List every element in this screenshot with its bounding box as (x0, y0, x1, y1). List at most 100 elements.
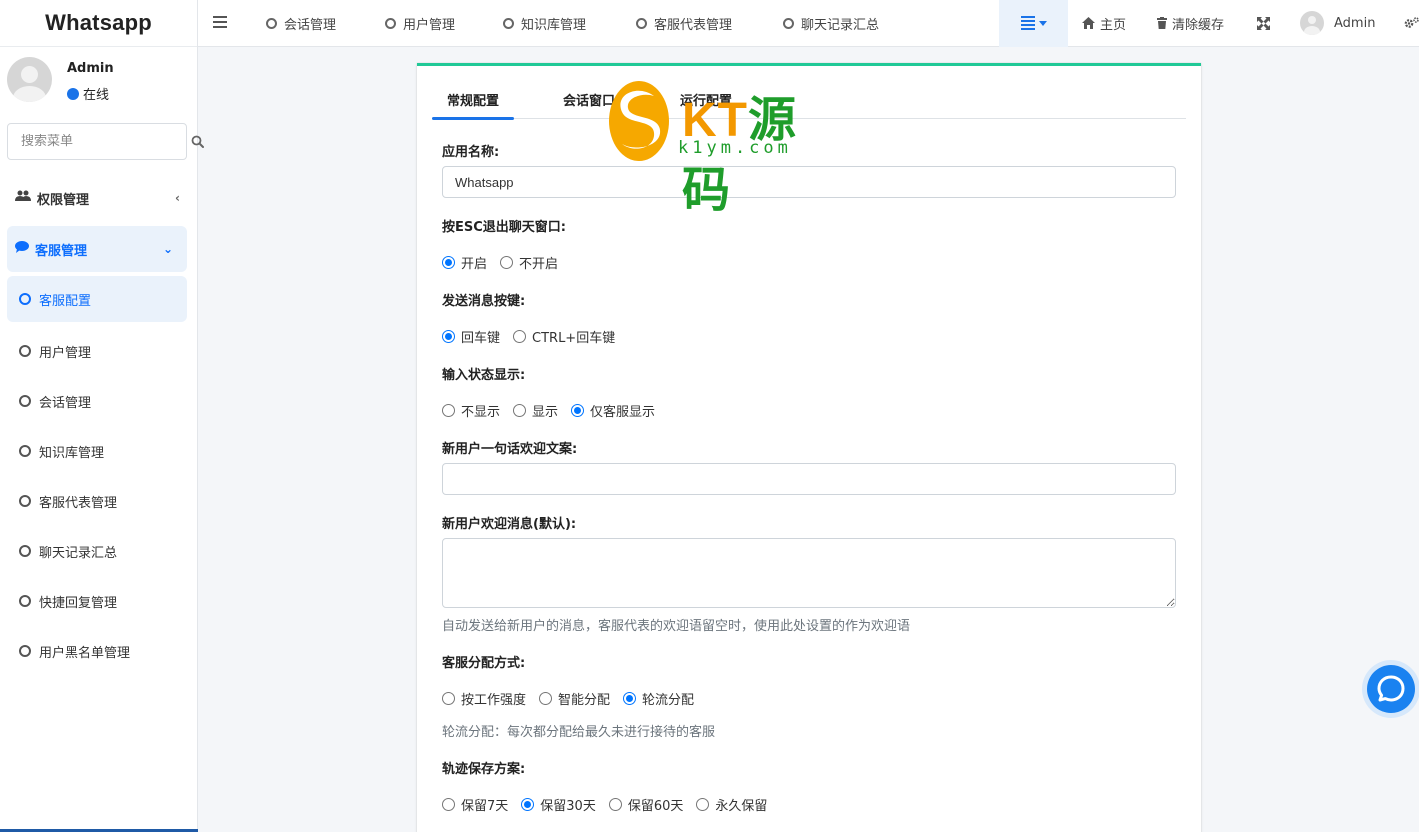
welcome-msg-textarea[interactable] (442, 538, 1176, 608)
radio-label: 不开启 (519, 257, 559, 272)
welcome-line-input[interactable] (442, 463, 1176, 495)
sidebar-item-label: 客服代表管理 (39, 495, 118, 511)
radio-label: 保留60天 (627, 799, 684, 814)
radio-esc-off[interactable]: 不开启 (500, 253, 558, 272)
sidebar-item-knowledge[interactable]: 知识库管理 (0, 426, 198, 476)
tab-label: 知识库管理 (521, 17, 587, 33)
user-name: Admin (67, 61, 114, 76)
avatar (7, 57, 52, 102)
gears-icon (1404, 16, 1419, 28)
circle-icon (19, 395, 31, 407)
radio-label: 不显示 (461, 405, 501, 420)
user-status: 在线 (67, 84, 109, 103)
menu-search-input[interactable] (8, 134, 191, 149)
hamburger-icon[interactable] (213, 16, 227, 31)
radio-button[interactable] (539, 692, 553, 705)
sidebar-group-permissions[interactable]: 权限管理 ‹ (0, 174, 198, 222)
radio-assign-round-robin[interactable]: 轮流分配 (623, 689, 694, 708)
tabs-dropdown-button[interactable] (999, 0, 1068, 47)
radio-track-30d[interactable]: 保留30天 (521, 795, 596, 814)
radio-track-60d[interactable]: 保留60天 (608, 795, 684, 814)
tab-knowledge[interactable]: 知识库管理 (503, 0, 586, 46)
chevron-left-icon: ‹ (175, 191, 180, 205)
tab-chat-window[interactable]: 会话窗口 (563, 80, 615, 118)
circle-icon (19, 445, 31, 457)
sidebar-item-chat-records[interactable]: 聊天记录汇总 (0, 526, 198, 576)
radio-assign-workload[interactable]: 按工作强度 (442, 689, 526, 708)
track-save-label: 轨迹保存方案: (442, 762, 526, 777)
app-name-input[interactable] (442, 166, 1176, 198)
radio-button[interactable] (442, 692, 455, 705)
circle-icon (503, 17, 514, 29)
chevron-down-icon: ⌄ (162, 242, 173, 256)
fullscreen-button[interactable] (1257, 0, 1270, 46)
tab-chat-records[interactable]: 聊天记录汇总 (783, 0, 879, 46)
circle-icon (385, 17, 396, 29)
radio-track-forever[interactable]: 永久保留 (696, 795, 767, 814)
radio-button[interactable] (442, 256, 455, 269)
brand-logo[interactable]: Whatsapp (0, 0, 197, 47)
tab-agents[interactable]: 客服代表管理 (636, 0, 732, 46)
radio-button[interactable] (623, 692, 637, 705)
radio-send-enter[interactable]: 回车键 (442, 327, 500, 346)
circle-icon (19, 293, 31, 305)
tab-users[interactable]: 用户管理 (385, 0, 455, 46)
home-icon (1082, 17, 1095, 29)
radio-track-7d[interactable]: 保留7天 (442, 795, 508, 814)
radio-button[interactable] (442, 330, 455, 343)
send-key-label: 发送消息按键: (442, 294, 526, 309)
sidebar-item-sessions[interactable]: 会话管理 (0, 376, 198, 426)
users-icon (15, 190, 31, 206)
sidebar-item-cs-config[interactable]: 客服配置 (7, 276, 187, 322)
radio-button[interactable] (571, 404, 585, 417)
radio-button[interactable] (696, 798, 710, 811)
tab-label: 会话管理 (284, 17, 337, 33)
circle-icon (266, 17, 277, 29)
radio-typing-hide[interactable]: 不显示 (442, 401, 500, 420)
radio-button[interactable] (513, 330, 527, 343)
settings-button[interactable] (1404, 0, 1419, 46)
sidebar-item-blacklist[interactable]: 用户黑名单管理 (0, 626, 198, 676)
circle-icon (19, 545, 31, 557)
config-card: 常规配置 会话窗口 运行配置 应用名称: 按ESC退出聊天窗口: 开启 不开启 … (417, 63, 1201, 832)
sidebar-menu: 权限管理 ‹ 客服管理 ⌄ 客服配置 用户管理 会话管理 知识库管理 客服代表管… (0, 174, 198, 676)
radio-label: 按工作强度 (461, 693, 527, 708)
list-icon (1020, 15, 1035, 32)
radio-label: 智能分配 (558, 693, 611, 708)
trash-icon (1157, 17, 1167, 29)
assign-mode-options: 按工作强度 智能分配 轮流分配 (442, 689, 707, 708)
tab-sessions[interactable]: 会话管理 (266, 0, 336, 46)
floating-chat-button[interactable] (1362, 660, 1419, 718)
radio-esc-on[interactable]: 开启 (442, 253, 487, 272)
sidebar-item-agents[interactable]: 客服代表管理 (0, 476, 198, 526)
radio-label: 回车键 (461, 331, 501, 346)
radio-button[interactable] (442, 404, 455, 417)
sidebar-item-label: 聊天记录汇总 (39, 545, 118, 561)
radio-button[interactable] (513, 404, 527, 417)
radio-button[interactable] (442, 798, 455, 811)
tab-general-config[interactable]: 常规配置 (432, 80, 515, 120)
radio-assign-smart[interactable]: 智能分配 (539, 689, 610, 708)
tab-label: 用户管理 (403, 17, 456, 33)
radio-typing-show[interactable]: 显示 (513, 401, 558, 420)
top-navbar: 会话管理 用户管理 知识库管理 客服代表管理 聊天记录汇总 主页 清除缓存 Ad… (198, 0, 1419, 47)
radio-button[interactable] (521, 798, 535, 811)
user-menu[interactable]: Admin (1300, 0, 1375, 46)
radio-button[interactable] (500, 256, 514, 269)
sidebar-group-customer-service[interactable]: 客服管理 ⌄ (7, 226, 187, 272)
config-tabs: 常规配置 会话窗口 运行配置 (432, 80, 1186, 120)
home-label: 主页 (1100, 17, 1127, 33)
sidebar-item-users[interactable]: 用户管理 (0, 326, 198, 376)
radio-button[interactable] (608, 798, 622, 811)
circle-icon (636, 17, 647, 29)
clear-cache-link[interactable]: 清除缓存 (1157, 0, 1224, 46)
tab-runtime-config[interactable]: 运行配置 (680, 80, 732, 118)
welcome-msg-label: 新用户欢迎消息(默认): (442, 517, 577, 532)
home-link[interactable]: 主页 (1082, 0, 1126, 46)
radio-label: 轮流分配 (642, 693, 695, 708)
circle-icon (783, 17, 794, 29)
radio-send-ctrl-enter[interactable]: CTRL+回车键 (513, 327, 615, 346)
radio-typing-agent-only[interactable]: 仅客服显示 (571, 401, 655, 420)
sidebar-item-quick-replies[interactable]: 快捷回复管理 (0, 576, 198, 626)
search-icon[interactable] (191, 124, 204, 159)
